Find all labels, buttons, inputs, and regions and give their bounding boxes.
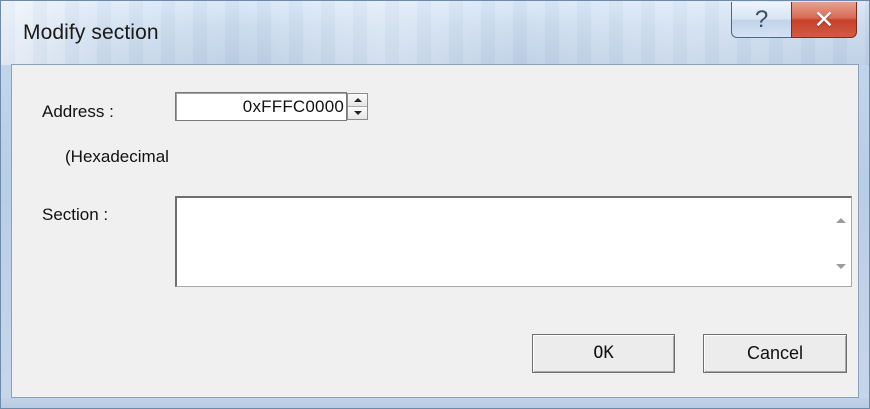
cancel-button[interactable]: Cancel <box>703 334 847 373</box>
address-spin-down-button[interactable] <box>348 107 367 119</box>
spin-up-arrow-icon <box>353 98 362 102</box>
help-button[interactable]: ? <box>731 2 791 38</box>
close-button[interactable]: ✕ <box>791 2 857 38</box>
close-icon: ✕ <box>813 4 835 34</box>
section-textarea[interactable] <box>175 196 852 287</box>
address-label: Address : <box>42 102 114 121</box>
spin-down-arrow-icon <box>353 111 362 115</box>
scroll-down-arrow-icon[interactable] <box>836 264 846 269</box>
address-value[interactable]: 0xFFFC0000 <box>243 93 344 120</box>
ok-button[interactable]: OK <box>532 334 675 373</box>
section-label: Section : <box>42 205 109 224</box>
help-icon: ? <box>754 5 769 33</box>
address-input[interactable]: 0xFFFC0000 <box>175 92 347 121</box>
hexadecimal-note: (Hexadecimal <box>65 147 169 166</box>
window-bottom-frame <box>1 398 869 408</box>
modify-section-dialog: Modify section ? ✕ Address : 0xFFFC0000 … <box>0 0 870 409</box>
title-bar[interactable]: Modify section ? ✕ <box>1 1 869 65</box>
section-scrollbar[interactable] <box>829 198 851 285</box>
address-spin-up-button[interactable] <box>348 94 367 107</box>
caption-buttons: ? ✕ <box>731 2 857 38</box>
scroll-up-arrow-icon[interactable] <box>836 218 846 223</box>
window-title: Modify section <box>23 21 159 44</box>
address-spinner[interactable] <box>347 93 368 120</box>
dialog-client-area: Address : 0xFFFC0000 (Hexadecimal Sectio… <box>11 64 859 398</box>
